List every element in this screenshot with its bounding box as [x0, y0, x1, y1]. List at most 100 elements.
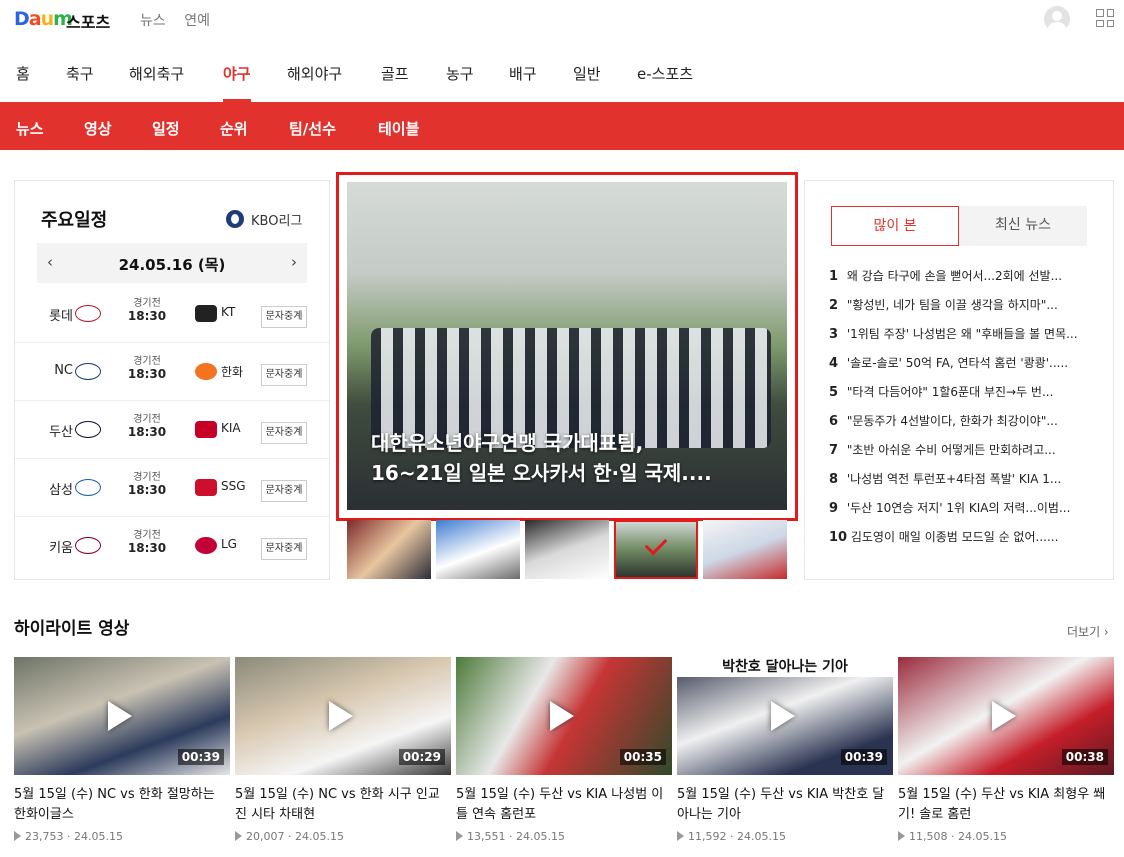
play-icon	[329, 701, 353, 731]
user-avatar-icon[interactable]	[1044, 6, 1070, 32]
thumbnail[interactable]	[703, 520, 787, 579]
category-basketball[interactable]: 농구	[446, 63, 474, 102]
video-card[interactable]: 박찬호 달아나는 기아 00:39 5월 15일 (수) 두산 vs KIA 박…	[677, 657, 893, 843]
list-item[interactable]: 9 '두산 10연승 저지' 1위 KIA의 저력...이범...	[829, 499, 1091, 528]
category-world-baseball[interactable]: 해외야구	[287, 63, 342, 102]
more-link[interactable]: 더보기 ›	[1067, 623, 1109, 640]
video-thumbnail[interactable]: 00:35	[456, 657, 672, 775]
category-home[interactable]: 홈	[16, 63, 30, 102]
category-general[interactable]: 일반	[573, 63, 601, 102]
list-item[interactable]: 10 김도영이 매일 이종범 모드일 순 없어......	[829, 528, 1091, 557]
category-golf[interactable]: 골프	[381, 63, 409, 102]
play-icon	[550, 701, 574, 731]
list-item[interactable]: 8 '나성범 역전 투런포+4타점 폭발' KIA 1...	[829, 470, 1091, 499]
logo-letter: D	[14, 8, 30, 30]
main-photo-highlight[interactable]: 대한유소년야구연맹 국가대표팀, 16~21일 일본 오사카서 한·일 국제..…	[336, 172, 798, 521]
video-date: 24.05.15	[737, 830, 786, 843]
view-count: 23,753	[25, 830, 64, 843]
video-card[interactable]: 00:35 5월 15일 (수) 두산 vs KIA 나성범 이틀 연속 홈런포…	[456, 657, 672, 843]
headline: "초반 아쉬운 수비 어떻게든 만회하려고...	[846, 443, 1056, 457]
away-team: LG	[221, 537, 237, 551]
list-item[interactable]: 6 "문동주가 4선발이다, 한화가 최강이야"...	[829, 412, 1091, 441]
text-broadcast-button[interactable]: 문자중계	[261, 422, 307, 444]
section-brand[interactable]: 스포츠	[66, 9, 110, 33]
video-thumbnail[interactable]: 00:39	[14, 657, 230, 775]
list-item[interactable]: 1 왜 강습 타구에 손을 뻗어서...2회에 선발...	[829, 267, 1091, 296]
game-time: 18:30	[127, 367, 167, 381]
video-date: 24.05.15	[958, 830, 1007, 843]
video-title[interactable]: 5월 15일 (수) NC vs 한화 절망하는 한화이글스	[14, 785, 230, 825]
video-title[interactable]: 5월 15일 (수) NC vs 한화 시구 인교진 시타 차태현	[235, 785, 451, 825]
category-soccer[interactable]: 축구	[66, 63, 94, 102]
video-title[interactable]: 5월 15일 (수) 두산 vs KIA 나성범 이틀 연속 홈런포	[456, 785, 672, 825]
game-row[interactable]: 두산 경기전 18:30 KIA 문자중계	[15, 401, 329, 459]
rank-number: 2	[829, 298, 839, 313]
topnav-news[interactable]: 뉴스	[140, 13, 166, 29]
topnav-entertainment[interactable]: 연예	[184, 13, 210, 29]
landers-logo-icon	[195, 479, 217, 496]
tab-latest-news[interactable]: 최신 뉴스	[959, 206, 1087, 246]
headline: '1위팀 주장' 나성범은 왜 "후배들을 볼 면목...	[846, 327, 1078, 341]
thumbnail[interactable]	[347, 520, 431, 579]
list-item[interactable]: 3 '1위팀 주장' 나성범은 왜 "후배들을 볼 면목...	[829, 325, 1091, 354]
thumbnail-selected[interactable]	[614, 520, 698, 579]
next-date-button[interactable]: ›	[291, 253, 297, 271]
schedule-title: 주요일정	[41, 210, 108, 231]
headline: '두산 10연승 저지' 1위 KIA의 저력...이범...	[846, 501, 1071, 515]
list-item[interactable]: 7 "초반 아쉬운 수비 어떻게든 만회하려고...	[829, 441, 1091, 470]
subnav-table[interactable]: 테이블	[378, 118, 419, 139]
video-title[interactable]: 5월 15일 (수) 두산 vs KIA 박찬호 달아나는 기아	[677, 785, 893, 825]
video-card[interactable]: 00:39 5월 15일 (수) NC vs 한화 절망하는 한화이글스 23,…	[14, 657, 230, 843]
tigers-logo-icon	[195, 421, 217, 438]
away-team: KIA	[221, 421, 241, 435]
video-thumbnail[interactable]: 00:38	[898, 657, 1114, 775]
ranking-list: 1 왜 강습 타구에 손을 뻗어서...2회에 선발... 2 "황성빈, 네가…	[829, 267, 1091, 557]
list-item[interactable]: 5 "타격 다듬어야" 1할6푼대 부진→두 번...	[829, 383, 1091, 412]
dinos-logo-icon	[75, 363, 101, 380]
headline: 왜 강습 타구에 손을 뻗어서...2회에 선발...	[846, 269, 1063, 283]
category-volleyball[interactable]: 배구	[509, 63, 537, 102]
game-row[interactable]: 키움 경기전 18:30 LG 문자중계	[15, 517, 329, 575]
apps-grid-icon[interactable]	[1096, 9, 1114, 27]
game-row[interactable]: 롯데 경기전 18:30 KT 문자중계	[15, 285, 329, 343]
text-broadcast-button[interactable]: 문자중계	[261, 538, 307, 560]
headline: "황성빈, 네가 팀을 이끌 생각을 하지마"...	[846, 298, 1058, 312]
thumbnail[interactable]	[436, 520, 520, 579]
subnav-news[interactable]: 뉴스	[16, 118, 44, 139]
subnav-video[interactable]: 영상	[84, 118, 112, 139]
category-baseball[interactable]: 야구	[223, 63, 251, 102]
video-meta: 11,592 · 24.05.15	[677, 830, 893, 843]
text-broadcast-button[interactable]: 문자중계	[261, 306, 307, 328]
text-broadcast-button[interactable]: 문자중계	[261, 480, 307, 502]
logo-letter: u	[40, 8, 54, 30]
video-card[interactable]: 00:29 5월 15일 (수) NC vs 한화 시구 인교진 시타 차태현 …	[235, 657, 451, 843]
play-count-icon	[456, 831, 463, 841]
video-title[interactable]: 5월 15일 (수) 두산 vs KIA 최형우 쐐기! 솔로 홈런	[898, 785, 1114, 825]
subnav-standings[interactable]: 순위	[220, 118, 248, 139]
game-row[interactable]: NC 경기전 18:30 한화 문자중계	[15, 343, 329, 401]
caption-line: 16~21일 일본 오사카서 한·일 국제....	[371, 461, 712, 485]
tab-most-viewed[interactable]: 많이 본	[831, 206, 959, 246]
list-item[interactable]: 4 '솔로-솔로' 50억 FA, 연타석 홈런 '쾅쾅'.....	[829, 354, 1091, 383]
game-time: 18:30	[127, 483, 167, 497]
away-team: 한화	[221, 365, 244, 379]
category-world-soccer[interactable]: 해외축구	[129, 63, 184, 102]
home-team: 삼성	[49, 483, 73, 498]
game-row[interactable]: 삼성 경기전 18:30 SSG 문자중계	[15, 459, 329, 517]
text-broadcast-button[interactable]: 문자중계	[261, 364, 307, 386]
video-thumbnail[interactable]: 00:29	[235, 657, 451, 775]
subnav-team-player[interactable]: 팀/선수	[289, 118, 336, 139]
video-meta: 13,551 · 24.05.15	[456, 830, 672, 843]
thumbnail[interactable]	[525, 520, 609, 579]
rank-number: 6	[829, 414, 839, 429]
photo-caption[interactable]: 대한유소년야구연맹 국가대표팀, 16~21일 일본 오사카서 한·일 국제..…	[371, 428, 771, 488]
subnav-schedule[interactable]: 일정	[152, 118, 180, 139]
league-label[interactable]: KBO리그	[251, 210, 302, 229]
list-item[interactable]: 2 "황성빈, 네가 팀을 이끌 생각을 하지마"...	[829, 296, 1091, 325]
video-card[interactable]: 00:38 5월 15일 (수) 두산 vs KIA 최형우 쐐기! 솔로 홈런…	[898, 657, 1114, 843]
game-time: 18:30	[127, 541, 167, 555]
game-time: 18:30	[127, 309, 167, 323]
video-thumbnail[interactable]: 박찬호 달아나는 기아 00:39	[677, 657, 893, 775]
daum-logo[interactable]: Daum	[14, 8, 73, 30]
category-esports[interactable]: e-스포츠	[637, 63, 693, 102]
